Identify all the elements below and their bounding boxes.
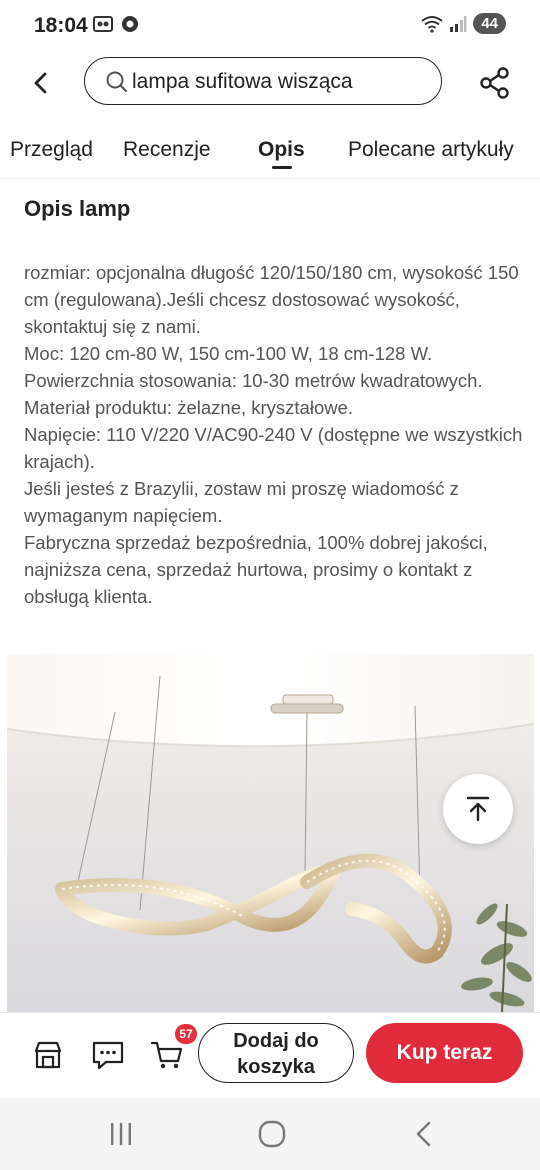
description-paragraph: Fabryczna sprzedaż bezpośrednia, 100% do… <box>24 532 488 607</box>
tab-description[interactable]: Opis <box>258 138 305 162</box>
search-query: lampa sufitowa wisząca <box>132 70 353 93</box>
description-paragraph: rozmiar: opcjonalna długość 120/150/180 … <box>24 262 519 337</box>
store-icon <box>34 1041 62 1069</box>
search-icon <box>106 71 128 93</box>
search-input[interactable]: lampa sufitowa wisząca <box>84 57 442 105</box>
chat-button[interactable] <box>91 1039 125 1073</box>
tab-reviews[interactable]: Recenzje <box>123 138 211 162</box>
status-right: 44 <box>421 13 506 34</box>
description-paragraph: Napięcie: 110 V/220 V/AC90-240 V (dostęp… <box>24 424 523 472</box>
battery-indicator: 44 <box>473 13 506 34</box>
description-title: Opis lamp <box>24 196 131 221</box>
description-text: rozmiar: opcjonalna długość 120/150/180 … <box>24 259 524 610</box>
back-button[interactable] <box>26 68 56 98</box>
back-icon <box>34 72 47 94</box>
cart-button[interactable] <box>150 1039 184 1073</box>
description-paragraph: Moc: 120 cm-80 W, 150 cm-100 W, 18 cm-12… <box>24 343 433 364</box>
share-icon <box>480 67 509 99</box>
cart-icon <box>150 1041 183 1069</box>
arrow-up-icon <box>466 796 490 822</box>
wifi-icon <box>421 15 443 33</box>
chat-icon <box>92 1041 124 1070</box>
section-tabs: Przegląd Recenzje Opis Polecane artykuły <box>0 130 540 180</box>
home-icon[interactable] <box>258 1120 286 1148</box>
active-tab-indicator <box>272 166 292 169</box>
description-paragraph: Materiał produktu: żelazne, kryształowe. <box>24 397 354 418</box>
tab-recommended[interactable]: Polecane artykuły <box>348 138 514 162</box>
recent-apps-icon[interactable] <box>108 1122 134 1146</box>
scroll-to-top-button[interactable] <box>443 774 513 844</box>
signal-icon <box>450 15 467 32</box>
status-time: 18:04 <box>34 14 88 37</box>
tab-overview[interactable]: Przegląd <box>10 138 93 162</box>
status-bar: 18:04 44 <box>0 0 540 52</box>
add-to-cart-button[interactable]: Dodaj do koszyka <box>198 1023 354 1083</box>
status-notification-icons <box>93 15 139 33</box>
description-paragraph: Jeśli jesteś z Brazylii, zostaw mi prosz… <box>24 478 459 526</box>
nav-back-icon[interactable] <box>412 1120 434 1148</box>
description-paragraph: Powierzchnia stosowania: 10-30 metrów kw… <box>24 370 483 391</box>
media-icon <box>93 16 113 32</box>
share-button[interactable] <box>478 66 512 100</box>
chrome-icon <box>122 16 138 32</box>
buy-now-button[interactable]: Kup teraz <box>366 1023 523 1083</box>
system-nav-bar <box>0 1098 540 1170</box>
store-button[interactable] <box>32 1039 66 1073</box>
tabs-divider <box>0 178 540 179</box>
cart-count-badge: 57 <box>175 1024 197 1044</box>
search-header: lampa sufitowa wisząca <box>0 56 540 110</box>
